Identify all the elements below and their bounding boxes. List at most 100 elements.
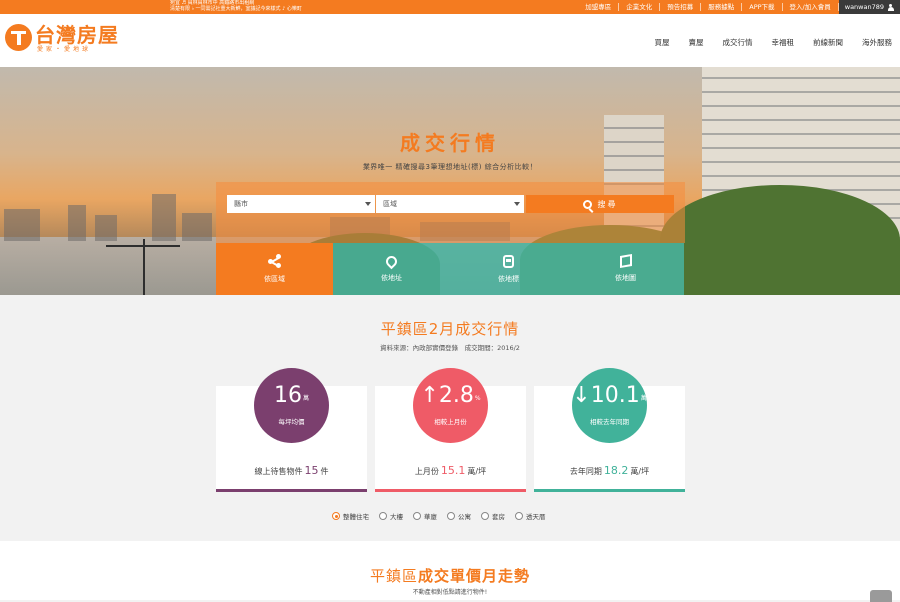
radio-label: 公寓 — [458, 513, 471, 521]
logo-mark-icon — [5, 24, 32, 51]
district-select[interactable]: 區域 — [376, 195, 524, 213]
username: wanwan789 — [844, 3, 884, 11]
tab-by-landmark[interactable]: 依地標 — [450, 243, 567, 295]
trend-title-district: 平鎮區 — [369, 567, 418, 585]
footer-value: 18.2 — [603, 464, 629, 477]
recruit-link[interactable]: 預告招募 — [660, 3, 702, 11]
tab-by-district[interactable]: 依區域 — [216, 243, 333, 295]
radio-dot — [413, 512, 421, 520]
hero-subtitle: 業界唯一 精確搜尋3筆理想地址(標) 綜合分析比較！ — [362, 163, 538, 171]
tab-label: 依地標 — [498, 274, 519, 283]
radio-dot — [481, 512, 489, 520]
train-icon — [503, 254, 514, 268]
radio-apartment[interactable]: 公寓 — [447, 511, 471, 521]
footer-unit: 件 — [320, 467, 329, 476]
trend-section: 平鎮區成交單價月走勢 不動產相對低點請進行物件! — [0, 541, 900, 600]
trend-title-text: 成交單價月走勢 — [418, 567, 531, 585]
stat-circle: ↓10.1 萬 相較去年同期 — [572, 368, 647, 443]
branches-link[interactable]: 服務據點 — [701, 3, 743, 11]
search-panel: 縣市 區域 搜尋 — [216, 182, 685, 243]
app-download-link[interactable]: APP下載 — [742, 3, 783, 11]
radio-dot — [379, 512, 387, 520]
chevron-down-icon — [365, 202, 371, 206]
stat-footer: 去年同期 18.2 萬/坪 — [534, 464, 685, 477]
login-register-link[interactable]: 登入/加入會員 — [783, 3, 839, 11]
hero-title: 成交行情 — [400, 131, 500, 155]
card-accent-bar — [216, 489, 367, 492]
search-icon — [582, 199, 592, 209]
avg-price-card: 16 萬 每坪均價 線上待售物件 15 件 — [216, 368, 367, 492]
footer-label: 線上待售物件 — [254, 467, 303, 476]
radio-label: 整體住宅 — [343, 513, 369, 521]
main-nav: 買屋 賣屋 成交行情 幸福租 前線新聞 海外服務 — [636, 37, 893, 48]
yearly-change-card: ↓10.1 萬 相較去年同期 去年同期 18.2 萬/坪 — [534, 368, 685, 492]
stat-unit: 萬 — [640, 395, 647, 402]
tab-label: 依地圖 — [615, 274, 636, 282]
radio-mansion[interactable]: 華廈 — [413, 511, 437, 521]
street-lamp — [143, 239, 145, 295]
radio-all-residential[interactable]: 整體住宅 — [332, 511, 369, 521]
search-button[interactable]: 搜尋 — [526, 195, 674, 213]
county-select[interactable]: 縣市 — [227, 195, 375, 213]
stat-caption: 每坪均價 — [278, 418, 305, 426]
stat-footer: 上月份 15.1 萬/坪 — [375, 464, 526, 477]
tab-label: 依地址 — [381, 273, 402, 282]
radio-townhouse[interactable]: 透天厝 — [515, 511, 546, 521]
map-icon — [619, 253, 632, 269]
stat-footer: 線上待售物件 15 件 — [216, 464, 367, 477]
nav-sell[interactable]: 賣屋 — [689, 37, 704, 48]
radio-label: 套房 — [492, 513, 505, 521]
footer-unit: 萬/坪 — [467, 467, 487, 476]
county-select-value: 縣市 — [234, 200, 248, 208]
share-icon — [267, 254, 282, 268]
street-lamp-arm — [106, 245, 180, 247]
stat-circle: 16 萬 每坪均價 — [254, 368, 329, 443]
property-type-radios: 整體住宅 大樓 華廈 公寓 套房 透天厝 — [332, 511, 556, 521]
stat-value: ↑2.8 — [420, 383, 474, 408]
card-accent-bar — [534, 489, 685, 492]
chevron-down-icon — [514, 202, 520, 206]
culture-link[interactable]: 企業文化 — [619, 3, 661, 11]
user-icon — [887, 3, 894, 11]
nav-rent[interactable]: 幸福租 — [772, 37, 795, 48]
radio-dot — [447, 512, 455, 520]
marquee-line: 清楚有限 ♭ 一同需記社重大新鮮，室議記今來樣式 ♪ 心樂町 — [170, 6, 302, 12]
radio-label: 大樓 — [390, 513, 403, 521]
utility-links: 加盟專區 企業文化 預告招募 服務據點 APP下載 登入/加入會員 wanwan… — [578, 0, 900, 14]
tab-by-address[interactable]: 依地址 — [333, 243, 450, 295]
radio-building[interactable]: 大樓 — [379, 511, 403, 521]
stats-source: 資料來源：內政部實價登錄 成交期間：2016/2 — [380, 344, 520, 352]
stat-unit: 萬 — [302, 395, 309, 402]
stat-caption: 相較上月份 — [434, 418, 467, 426]
monthly-change-card: ↑2.8% 相較上月份 上月份 15.1 萬/坪 — [375, 368, 526, 492]
nav-news[interactable]: 前線新聞 — [813, 37, 843, 48]
trend-subtitle: 不動產相對低點請進行物件! — [412, 589, 488, 596]
stat-caption: 相較去年同期 — [590, 418, 629, 426]
franchise-link[interactable]: 加盟專區 — [578, 3, 620, 11]
trend-title: 平鎮區成交單價月走勢 — [0, 565, 900, 586]
site-logo[interactable]: 台灣房屋 愛家・愛地球 — [5, 24, 119, 54]
stat-unit: % — [474, 395, 481, 402]
nav-buy[interactable]: 買屋 — [655, 37, 670, 48]
nav-overseas[interactable]: 海外服務 — [862, 37, 892, 48]
nav-transactions[interactable]: 成交行情 — [723, 37, 753, 48]
footer-label: 去年同期 — [569, 467, 602, 476]
radio-suite[interactable]: 套房 — [481, 511, 505, 521]
tab-by-map[interactable]: 依地圖 — [567, 243, 684, 295]
radio-label: 透天厝 — [526, 513, 546, 521]
logo-text: 台灣房屋 — [35, 23, 119, 47]
top-utility-bar: 宛宜 ♬ 員林員林市中 高鐵路市出租網 清楚有限 ♭ 一同需記社重大新鮮，室議記… — [0, 0, 900, 14]
scroll-to-top-button[interactable] — [870, 590, 892, 602]
location-pin-icon — [383, 253, 400, 269]
user-account-button[interactable]: wanwan789 — [838, 0, 900, 14]
radio-dot — [515, 512, 523, 520]
card-accent-bar — [375, 489, 526, 492]
radio-label: 華廈 — [424, 513, 437, 521]
tab-label: 依區域 — [264, 275, 285, 283]
news-marquee[interactable]: 宛宜 ♬ 員林員林市中 高鐵路市出租網 清楚有限 ♭ 一同需記社重大新鮮，室議記… — [170, 0, 420, 14]
stat-value: 16 — [273, 383, 302, 408]
radio-dot — [332, 512, 340, 520]
site-header: 台灣房屋 愛家・愛地球 買屋 賣屋 成交行情 幸福租 前線新聞 海外服務 — [0, 14, 900, 67]
stat-value: ↓10.1 — [572, 383, 640, 408]
footer-unit: 萬/坪 — [630, 467, 650, 476]
